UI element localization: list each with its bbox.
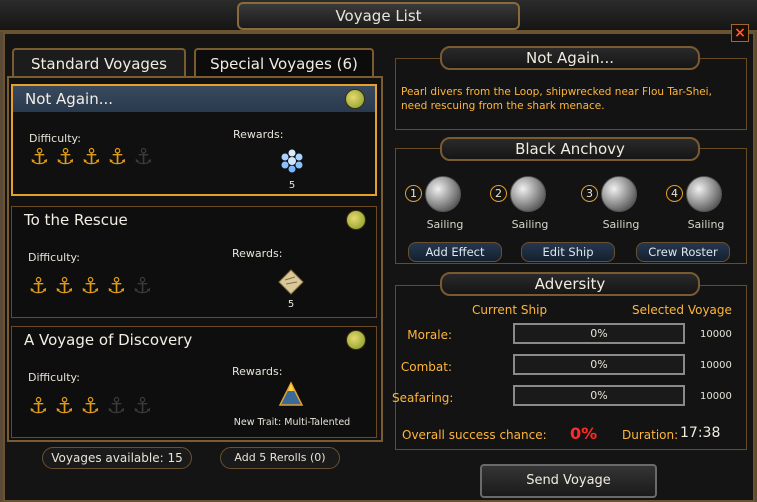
combat-label: Combat: (400, 360, 452, 374)
seafaring-label: Seafaring: (392, 391, 454, 405)
crew-skill: Sailing (511, 218, 549, 231)
voyage-card[interactable]: To the Rescue Difficulty: ⚓ ⚓ ⚓ ⚓ ⚓ Rewa… (11, 206, 377, 318)
crew-skill: Sailing (687, 218, 725, 231)
duration-label: Duration: (622, 428, 679, 442)
reward-value: 5 (287, 299, 295, 310)
voyage-card[interactable]: Not Again... Difficulty: ⚓ ⚓ ⚓ ⚓ ⚓ Rewar… (11, 84, 377, 196)
difficulty-rating: ⚓ ⚓ ⚓ ⚓ ⚓ (28, 273, 153, 301)
success-chance-label: Overall success chance: (402, 428, 547, 442)
crew-slot[interactable]: 2 Sailing (490, 176, 570, 236)
voyage-card[interactable]: A Voyage of Discovery Difficulty: ⚓ ⚓ ⚓ … (11, 326, 377, 438)
crew-slot[interactable]: 3 Sailing (581, 176, 661, 236)
anchor-empty-icon: ⚓ (132, 394, 153, 419)
combat-value: 10000 (700, 360, 732, 371)
anchor-empty-icon: ⚓ (106, 394, 127, 419)
anchor-icon: ⚓ (80, 274, 101, 299)
anchor-icon: ⚓ (107, 145, 128, 170)
combat-bar: 0% (513, 354, 685, 375)
difficulty-label: Difficulty: (28, 251, 80, 264)
anchor-icon: ⚓ (106, 274, 127, 299)
ship-name: Black Anchovy (440, 137, 700, 161)
tab-special-voyages[interactable]: Special Voyages (6) (194, 48, 374, 76)
voyage-description: Pearl divers from the Loop, shipwrecked … (401, 86, 712, 112)
window-titlebar: Voyage List (0, 0, 757, 32)
selected-voyage-header: Selected Voyage (632, 303, 732, 317)
duration-value: 17:38 (680, 425, 721, 441)
anchor-icon: ⚓ (29, 145, 50, 170)
crew-roster-button[interactable]: Crew Roster (636, 242, 730, 262)
reroll-icon[interactable] (345, 89, 365, 109)
reroll-icon[interactable] (346, 330, 366, 350)
anchor-icon: ⚓ (28, 394, 49, 419)
crew-slot[interactable]: 1 Sailing (405, 176, 485, 236)
add-effect-button[interactable]: Add Effect (408, 242, 502, 262)
crew-slot[interactable]: 4 Sailing (666, 176, 746, 236)
anchor-icon: ⚓ (54, 394, 75, 419)
crew-slot-number: 2 (490, 185, 507, 202)
reward-value: New Trait: Multi-Talented (233, 417, 351, 428)
ship-icon (425, 176, 461, 212)
voyages-available-counter: Voyages available: 15 (42, 447, 192, 469)
reroll-icon[interactable] (346, 210, 366, 230)
reward-value: 5 (288, 180, 296, 191)
voyage-detail-title: Not Again... (440, 46, 700, 70)
anchor-icon: ⚓ (80, 394, 101, 419)
voyage-title: To the Rescue (24, 211, 128, 229)
add-rerolls-button[interactable]: Add 5 Rerolls (0) (220, 447, 340, 469)
crew-slot-number: 1 (405, 185, 422, 202)
anchor-icon: ⚓ (54, 274, 75, 299)
seafaring-value: 10000 (700, 391, 732, 402)
tab-standard-voyages[interactable]: Standard Voyages (12, 48, 186, 76)
anchor-icon: ⚓ (81, 145, 102, 170)
voyage-title: A Voyage of Discovery (24, 331, 193, 349)
adversity-title: Adversity (440, 272, 700, 296)
success-chance-value: 0% (570, 424, 598, 443)
edit-ship-button[interactable]: Edit Ship (521, 242, 615, 262)
morale-value: 10000 (700, 329, 732, 340)
anchor-icon: ⚓ (55, 145, 76, 170)
ship-icon (686, 176, 722, 212)
ship-icon (601, 176, 637, 212)
voyage-title: Not Again... (13, 86, 375, 112)
trait-icon (278, 381, 304, 406)
morale-bar: 0% (513, 323, 685, 344)
morale-label: Morale: (407, 328, 452, 342)
crew-slot-number: 4 (666, 185, 683, 202)
window-title: Voyage List (237, 2, 520, 30)
scroll-map-icon (278, 269, 304, 295)
ship-icon (510, 176, 546, 212)
rewards-label: Rewards: (232, 247, 283, 260)
anchor-empty-icon: ⚓ (133, 145, 154, 170)
close-button[interactable]: × (731, 24, 749, 42)
anchor-icon: ⚓ (28, 274, 49, 299)
difficulty-label: Difficulty: (28, 371, 80, 384)
rewards-label: Rewards: (232, 365, 283, 378)
crew-skill: Sailing (426, 218, 464, 231)
current-ship-header: Current Ship (472, 303, 548, 317)
rewards-label: Rewards: (233, 128, 284, 141)
seafaring-bar: 0% (513, 385, 685, 406)
difficulty-rating: ⚓ ⚓ ⚓ ⚓ ⚓ (29, 144, 154, 172)
pearls-icon (281, 149, 303, 173)
send-voyage-button[interactable]: Send Voyage (480, 464, 657, 498)
crew-slot-number: 3 (581, 185, 598, 202)
difficulty-rating: ⚓ ⚓ ⚓ ⚓ ⚓ (28, 393, 153, 421)
crew-skill: Sailing (602, 218, 640, 231)
anchor-empty-icon: ⚓ (132, 274, 153, 299)
